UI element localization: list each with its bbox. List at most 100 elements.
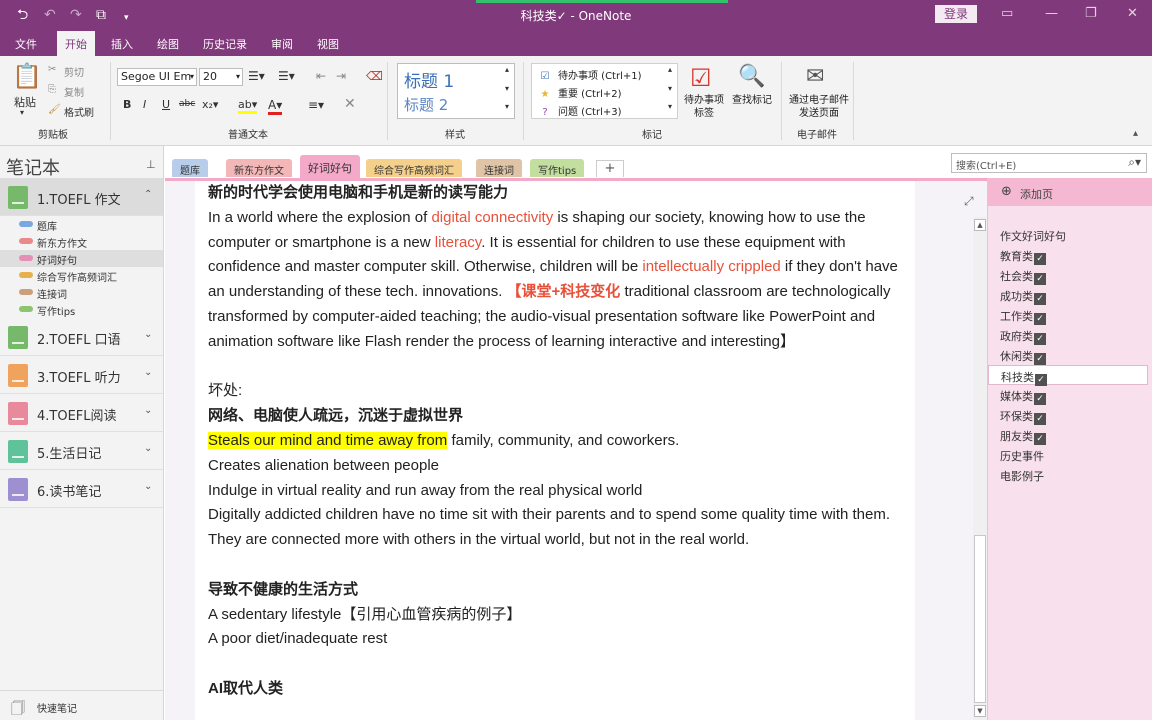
- tags-scroll-down-icon[interactable]: ▾: [668, 84, 672, 93]
- copy-icon[interactable]: ⎘: [48, 84, 56, 95]
- quick-notes[interactable]: 🗍 快速笔记: [0, 690, 163, 720]
- notebook-item[interactable]: 4.TOEFL阅读 ⌄: [0, 394, 163, 432]
- notebook-item[interactable]: 6.读书笔记 ⌄: [0, 470, 163, 508]
- page-item[interactable]: 媒体类 ✓: [988, 385, 1148, 405]
- decrease-indent-icon[interactable]: ⇤: [316, 69, 326, 83]
- chevron-up-icon[interactable]: ⌃: [144, 189, 152, 200]
- find-tags-icon[interactable]: 🔍: [738, 64, 765, 89]
- tag-important[interactable]: ★ 重要 (Ctrl+2): [538, 85, 622, 100]
- highlight-icon[interactable]: ab▾: [238, 98, 258, 114]
- italic-icon[interactable]: I: [143, 98, 146, 111]
- menu-insert[interactable]: 插入: [111, 36, 133, 52]
- search-input[interactable]: 搜索(Ctrl+E) ⌕▾: [951, 153, 1147, 173]
- section-item[interactable]: 写作tips: [0, 301, 163, 318]
- pin-icon[interactable]: ⊥: [146, 158, 156, 171]
- note-content[interactable]: 新的时代学会使用电脑和手机是新的读写能力 In a world where th…: [208, 181, 908, 702]
- cut-button[interactable]: 剪切: [64, 64, 84, 79]
- scroll-down-icon[interactable]: ▼: [974, 705, 986, 717]
- section-item[interactable]: 好词好句: [0, 250, 163, 267]
- chevron-down-icon[interactable]: ⌄: [144, 443, 152, 454]
- find-tags-button[interactable]: 查找标记: [728, 94, 776, 107]
- ribbon-display-icon[interactable]: ▭: [1001, 6, 1013, 21]
- menu-view[interactable]: 视图: [317, 36, 339, 52]
- chevron-down-icon[interactable]: ⌄: [144, 405, 152, 416]
- section-item[interactable]: 新东方作文: [0, 233, 163, 250]
- page-item-active[interactable]: 科技类 ✓: [988, 365, 1148, 386]
- expand-icon[interactable]: ⤢: [964, 194, 974, 209]
- menu-history[interactable]: 历史记录: [203, 36, 247, 52]
- bold-icon[interactable]: B: [123, 98, 131, 111]
- tab-section[interactable]: 写作tips: [530, 159, 585, 177]
- page-item[interactable]: 作文好词好句: [988, 225, 1148, 245]
- add-page-button[interactable]: ⊕ 添加页: [988, 178, 1152, 206]
- page-item[interactable]: 环保类 ✓: [988, 405, 1148, 425]
- scroll-up-icon[interactable]: ▲: [974, 219, 986, 231]
- menu-review[interactable]: 审阅: [271, 36, 293, 52]
- cut-icon[interactable]: ✂: [48, 64, 56, 75]
- align-icon[interactable]: ≡▾: [308, 98, 324, 112]
- tab-section[interactable]: 综合写作高频词汇: [366, 159, 462, 177]
- tab-section[interactable]: 新东方作文: [226, 159, 292, 177]
- notebook-item[interactable]: 5.生活日记 ⌄: [0, 432, 163, 470]
- email-icon[interactable]: ✉: [806, 64, 824, 89]
- numbering-icon[interactable]: ☰▾: [278, 69, 295, 83]
- todo-tag-icon[interactable]: ☑: [690, 64, 712, 92]
- restore-icon[interactable]: ❐: [1085, 6, 1097, 21]
- paste-dropdown-icon[interactable]: ▾: [20, 108, 24, 117]
- clear-formatting-icon[interactable]: ⌫: [366, 69, 383, 83]
- chevron-down-icon[interactable]: ⌄: [144, 367, 152, 378]
- minimize-icon[interactable]: —: [1045, 6, 1058, 21]
- tag-todo[interactable]: ☑ 待办事项 (Ctrl+1): [538, 67, 642, 82]
- todo-tag-button[interactable]: 待办事项标签: [681, 94, 727, 120]
- chevron-down-icon[interactable]: ⌄: [144, 329, 152, 340]
- page-item[interactable]: 历史事件: [988, 445, 1148, 465]
- notebook-item[interactable]: 3.TOEFL 听力 ⌄: [0, 356, 163, 394]
- tab-section[interactable]: 题库: [172, 159, 208, 177]
- tag-question[interactable]: ? 问题 (Ctrl+3): [538, 103, 621, 118]
- style-heading-2[interactable]: 标题 2: [404, 94, 448, 115]
- strikethrough-icon[interactable]: abc: [179, 99, 195, 109]
- copy-button[interactable]: 复制: [64, 84, 84, 99]
- search-icon[interactable]: ⌕▾: [1128, 155, 1141, 170]
- paste-icon[interactable]: 📋: [12, 62, 42, 90]
- page-item[interactable]: 政府类 ✓: [988, 325, 1148, 345]
- bullets-icon[interactable]: ☰▾: [248, 69, 265, 83]
- font-color-icon[interactable]: A▾: [268, 98, 283, 115]
- underline-icon[interactable]: U: [162, 98, 170, 111]
- notebook-item[interactable]: 2.TOEFL 口语 ⌄: [0, 318, 163, 356]
- menu-draw[interactable]: 绘图: [157, 36, 179, 52]
- menu-home[interactable]: 开始: [57, 31, 95, 56]
- page-item[interactable]: 工作类 ✓: [988, 305, 1148, 325]
- tab-section-active[interactable]: 好词好句: [300, 155, 360, 178]
- page-item[interactable]: 朋友类 ✓: [988, 425, 1148, 445]
- vertical-scrollbar[interactable]: ▲ ▼: [973, 217, 987, 720]
- delete-icon[interactable]: ✕: [344, 96, 356, 112]
- paste-button[interactable]: 粘贴: [14, 94, 36, 110]
- page-item[interactable]: 休闲类 ✓: [988, 345, 1148, 365]
- section-item[interactable]: 连接词: [0, 284, 163, 301]
- page-item[interactable]: 电影例子: [988, 465, 1148, 485]
- page-item[interactable]: 社会类 ✓: [988, 265, 1148, 285]
- section-item[interactable]: 综合写作高频词汇: [0, 267, 163, 284]
- close-icon[interactable]: ✕: [1127, 6, 1138, 21]
- menu-file[interactable]: 文件: [15, 36, 37, 52]
- notebook-item[interactable]: 1.TOEFL 作文 ⌃: [0, 178, 163, 216]
- page-item[interactable]: 成功类 ✓: [988, 285, 1148, 305]
- styles-scroll-down-icon[interactable]: ▾: [505, 84, 509, 93]
- styles-gallery[interactable]: 标题 1 标题 2: [397, 63, 515, 119]
- scroll-thumb[interactable]: [974, 535, 986, 703]
- add-section-button[interactable]: +: [596, 160, 624, 177]
- subscript-icon[interactable]: x₂▾: [202, 98, 218, 111]
- tab-section[interactable]: 连接词: [476, 159, 522, 177]
- page-item[interactable]: 教育类 ✓: [988, 245, 1148, 265]
- collapse-ribbon-icon[interactable]: ▴: [1133, 128, 1138, 139]
- styles-scroll-up-icon[interactable]: ▴: [505, 65, 509, 74]
- section-item[interactable]: 题库: [0, 216, 163, 233]
- tags-more-icon[interactable]: ▾: [668, 102, 672, 111]
- font-size-combo[interactable]: 20 ▾: [199, 68, 243, 86]
- email-page-button[interactable]: 通过电子邮件发送页面: [788, 94, 850, 120]
- chevron-down-icon[interactable]: ⌄: [144, 481, 152, 492]
- format-painter-icon[interactable]: 🖌: [48, 104, 61, 115]
- styles-more-icon[interactable]: ▾: [505, 102, 509, 111]
- format-painter-button[interactable]: 格式刷: [64, 104, 94, 119]
